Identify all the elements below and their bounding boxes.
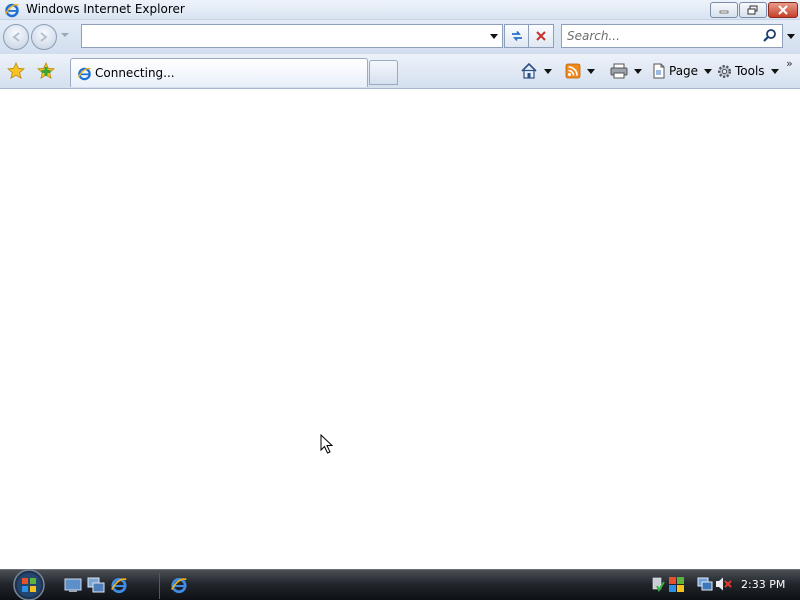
internet-explorer-icon[interactable] <box>110 576 128 594</box>
restore-button[interactable] <box>739 2 767 18</box>
page-menu-button[interactable]: Page <box>651 61 713 81</box>
printer-icon <box>610 63 628 79</box>
page-icon <box>653 63 665 79</box>
taskbar-separator <box>159 573 160 599</box>
switch-windows-icon[interactable] <box>87 576 105 594</box>
internet-explorer-icon <box>77 67 91 81</box>
page-dropdown-arrow <box>704 68 713 74</box>
toolbar-overflow-chevron[interactable]: » <box>786 57 793 70</box>
home-icon <box>521 62 537 79</box>
forward-button[interactable] <box>31 24 57 50</box>
security-shield-icon[interactable] <box>651 576 665 594</box>
windows-flag-icon[interactable] <box>668 576 685 593</box>
minimize-icon <box>719 10 729 14</box>
address-dropdown-arrow[interactable] <box>490 34 498 39</box>
address-input[interactable] <box>84 27 484 45</box>
page-content <box>0 89 800 569</box>
refresh-button[interactable] <box>504 24 529 48</box>
tab-label: Connecting... <box>95 66 175 80</box>
volume-muted-icon[interactable] <box>715 576 733 592</box>
add-favorite-icon[interactable] <box>37 62 55 80</box>
feeds-dropdown-arrow[interactable] <box>587 68 595 74</box>
tools-menu-button[interactable]: Tools <box>716 61 779 81</box>
tools-menu-label: Tools <box>735 64 765 78</box>
address-bar[interactable] <box>81 24 503 48</box>
command-bar: Connecting... Page Tools » <box>0 54 800 89</box>
magnifier-icon[interactable] <box>762 28 778 44</box>
close-icon <box>778 5 788 15</box>
window-title: Windows Internet Explorer <box>26 2 185 16</box>
stop-button[interactable] <box>529 24 554 48</box>
feeds-button[interactable] <box>565 61 595 81</box>
page-menu-label: Page <box>669 64 699 78</box>
print-button[interactable] <box>610 61 642 81</box>
rss-feed-icon <box>565 63 581 79</box>
taskbar: 2:33 PM <box>0 569 800 600</box>
back-arrow-icon <box>12 32 20 42</box>
system-clock[interactable]: 2:33 PM <box>741 578 785 591</box>
search-options-dropdown[interactable] <box>787 34 795 39</box>
mouse-pointer-icon <box>320 434 334 454</box>
show-desktop-icon[interactable] <box>64 576 82 594</box>
star-icon[interactable] <box>7 62 25 80</box>
close-button[interactable] <box>768 2 798 18</box>
back-button[interactable] <box>3 24 29 50</box>
refresh-icon <box>511 30 522 42</box>
network-icon[interactable] <box>697 576 713 592</box>
minimize-button[interactable] <box>710 2 738 18</box>
tools-dropdown-arrow <box>770 68 779 74</box>
search-box[interactable] <box>561 24 783 48</box>
home-dropdown-arrow[interactable] <box>544 68 552 74</box>
start-button[interactable] <box>8 568 50 600</box>
recent-pages-dropdown[interactable] <box>61 33 69 37</box>
print-dropdown-arrow[interactable] <box>634 68 642 74</box>
navigation-bar <box>0 20 800 54</box>
taskbar-ie-window-button[interactable] <box>170 576 188 594</box>
stop-x-icon <box>536 31 546 41</box>
title-bar: Windows Internet Explorer <box>0 0 800 20</box>
restore-icon <box>747 5 758 15</box>
home-button[interactable] <box>520 61 552 81</box>
gear-icon <box>718 64 731 78</box>
search-input[interactable] <box>567 28 757 44</box>
new-tab-button[interactable] <box>369 60 398 85</box>
forward-arrow-icon <box>40 32 48 42</box>
internet-explorer-icon <box>4 3 19 18</box>
tab-connecting[interactable]: Connecting... <box>70 58 368 87</box>
